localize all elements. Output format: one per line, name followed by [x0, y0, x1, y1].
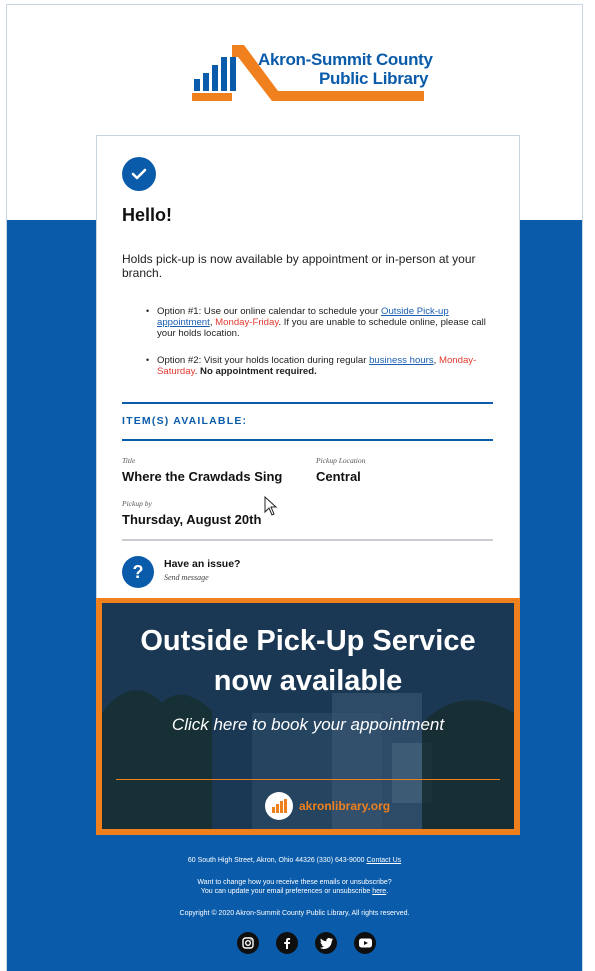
banner-title-line2: now available: [213, 665, 403, 697]
unsubscribe-here-link[interactable]: here: [372, 888, 386, 895]
contact-us-link[interactable]: Contact Us: [367, 857, 402, 864]
items-available-heading: ITEM(S) AVAILABLE:: [122, 415, 248, 427]
facebook-icon[interactable]: [276, 932, 298, 954]
footer-address: 60 South High Street, Akron, Ohio 44326 …: [7, 856, 582, 865]
instagram-icon[interactable]: [237, 932, 259, 954]
logo-text-line1: Akron-Summit County: [258, 50, 433, 69]
option-2-item: • Option #2: Visit your holds location d…: [146, 355, 487, 377]
pickup-location-label: Pickup Location: [316, 456, 366, 465]
library-bars-icon: [265, 792, 293, 820]
book-appointment-text[interactable]: Click here to book your appointment: [102, 715, 514, 735]
item-title: Where the Crawdads Sing: [122, 469, 283, 484]
question-glyph: ?: [132, 561, 144, 582]
library-logo[interactable]: Akron-Summit County Public Library: [192, 43, 433, 105]
bullet: •: [146, 306, 150, 316]
banner-title-line1: Outside Pick-Up Service: [140, 625, 476, 657]
footer-preferences-line1: Want to change how you receive these ema…: [197, 879, 392, 886]
pickup-location-value: Central: [316, 469, 361, 484]
footer-pref-suffix: .: [386, 888, 389, 895]
logo-text-line2: Public Library: [319, 69, 429, 88]
have-an-issue-label[interactable]: Have an issue?: [164, 558, 240, 570]
send-message-link[interactable]: Send message: [164, 573, 209, 582]
banner-divider: [116, 779, 500, 780]
bullet: •: [146, 355, 150, 365]
twitter-icon[interactable]: [315, 932, 337, 954]
option-1-prefix: Option #1: Use our online calendar to sc…: [157, 306, 381, 317]
option-1-item: • Option #1: Use our online calendar to …: [146, 306, 487, 339]
social-links: [235, 932, 380, 954]
option-2-prefix: Option #2: Visit your holds location dur…: [157, 355, 370, 366]
pickup-by-value: Thursday, August 20th: [122, 512, 262, 527]
email-page: Akron-Summit County Public Library Hello…: [0, 0, 595, 971]
footer-copyright: Copyright © 2020 Akron-Summit County Pub…: [179, 910, 410, 917]
mouse-cursor-icon: [264, 496, 278, 516]
title-label: Title: [122, 456, 136, 465]
greeting-heading: Hello!: [122, 205, 173, 225]
business-hours-link[interactable]: business hours: [369, 355, 434, 366]
divider: [122, 402, 493, 404]
check-icon: [122, 157, 156, 191]
divider: [122, 539, 493, 541]
footer-preferences-line2: You can update your email preferences or…: [7, 887, 582, 896]
footer-address-text: 60 South High Street, Akron, Ohio 44326 …: [187, 857, 367, 864]
option-1-days: Monday-Friday: [215, 317, 279, 328]
intro-text: Holds pick-up is now available by appoin…: [122, 252, 476, 280]
banner-url[interactable]: akronlibrary.org: [299, 799, 390, 813]
divider: [122, 439, 493, 441]
option-2-bold: No appointment required.: [200, 366, 317, 377]
footer-pref-prefix: You can update your email preferences or…: [200, 888, 373, 895]
banner-image: Outside Pick-Up Service now available Cl…: [102, 603, 514, 829]
pickup-by-label: Pickup by: [122, 499, 152, 508]
outside-pickup-banner[interactable]: Outside Pick-Up Service now available Cl…: [96, 598, 520, 835]
youtube-icon[interactable]: [354, 932, 376, 954]
question-icon[interactable]: ?: [122, 556, 154, 588]
